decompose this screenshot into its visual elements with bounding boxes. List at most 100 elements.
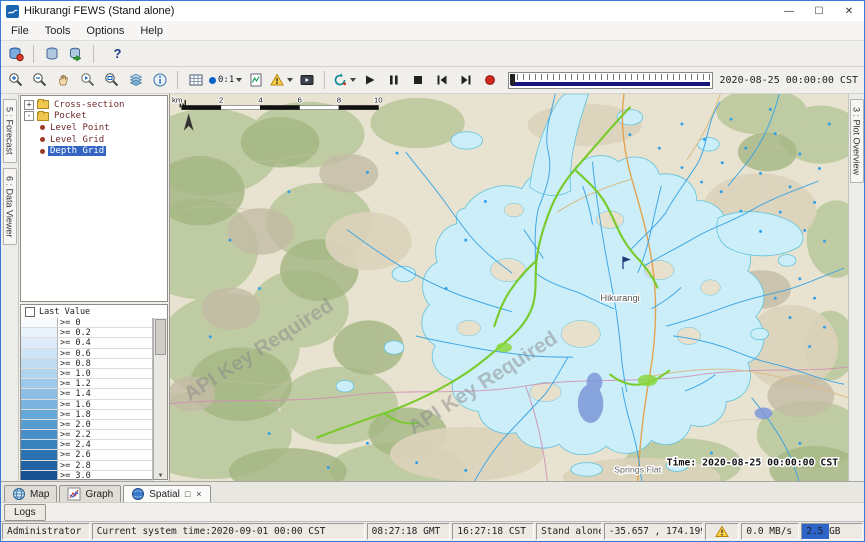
left-dock-tab-1[interactable]: 6 : Data Viewer bbox=[3, 168, 17, 245]
legend-label: >= 1.2 bbox=[58, 379, 153, 389]
menu-item-help[interactable]: Help bbox=[132, 23, 171, 39]
warnings-dropdown[interactable] bbox=[268, 69, 294, 92]
legend-row: >= 0.2 bbox=[21, 328, 153, 338]
legend-row: >= 1.0 bbox=[21, 369, 153, 379]
legend-color-swatch bbox=[21, 450, 58, 460]
legend-color-swatch bbox=[21, 440, 58, 450]
legend-color-swatch bbox=[21, 318, 58, 328]
status-download-rate: 0.0 MB/s bbox=[741, 523, 799, 540]
tab-graph[interactable]: Graph bbox=[59, 485, 121, 502]
legend-label: >= 2.6 bbox=[58, 450, 153, 460]
tree-item[interactable]: + Cross-section bbox=[21, 99, 167, 111]
spatial-globe-icon bbox=[131, 487, 145, 501]
legend-scrollbar[interactable]: ▲ ▼ bbox=[153, 318, 167, 479]
tree-item-label[interactable]: Level Grid bbox=[48, 135, 106, 145]
play-icon[interactable] bbox=[358, 69, 381, 92]
menu-item-tools[interactable]: Tools bbox=[37, 23, 79, 39]
maximize-button[interactable]: ☐ bbox=[804, 1, 834, 21]
tab-maximize-icon[interactable]: □ bbox=[184, 489, 191, 499]
status-warning[interactable] bbox=[705, 523, 739, 540]
warning-icon bbox=[715, 525, 729, 538]
scroll-thumb[interactable] bbox=[155, 319, 166, 355]
scroll-down-icon[interactable]: ▼ bbox=[159, 472, 163, 479]
legend-color-swatch bbox=[21, 379, 58, 389]
pause-icon[interactable] bbox=[382, 69, 405, 92]
tree-item[interactable]: Depth Grid bbox=[21, 145, 167, 157]
legend-row: >= 2.0 bbox=[21, 420, 153, 430]
tree-item-label[interactable]: Cross-section bbox=[52, 100, 126, 110]
legend-color-swatch bbox=[21, 349, 58, 359]
movie-export-icon[interactable] bbox=[295, 69, 318, 92]
folder-icon bbox=[37, 100, 49, 109]
folder-icon bbox=[37, 112, 49, 121]
legend-rows: >= 0>= 0.2>= 0.4>= 0.6>= 0.8>= 1.0>= 1.2… bbox=[21, 318, 153, 479]
logs-button[interactable]: Logs bbox=[4, 504, 46, 521]
help-icon[interactable]: ? bbox=[100, 42, 135, 65]
tab-close-icon[interactable]: × bbox=[195, 489, 202, 499]
marker-scale-label: 0:1 bbox=[218, 75, 234, 85]
marker-scale-dropdown[interactable]: 0:1 bbox=[208, 69, 243, 92]
left-dock-tab-0[interactable]: 5 : Forecast bbox=[3, 99, 17, 163]
chevron-down-icon bbox=[236, 78, 242, 82]
refresh-loop-dropdown[interactable] bbox=[331, 69, 357, 92]
import-database-icon[interactable] bbox=[64, 42, 87, 65]
legend-row: >= 1.4 bbox=[21, 389, 153, 399]
tree-item-label[interactable]: Level Point bbox=[48, 123, 112, 133]
bottom-tab-bar: Map Graph Spatial □ × bbox=[1, 481, 864, 502]
zoom-in-icon[interactable] bbox=[4, 69, 27, 92]
minimize-button[interactable]: — bbox=[774, 1, 804, 21]
menu-item-options[interactable]: Options bbox=[78, 23, 132, 39]
legend-label: >= 1.0 bbox=[58, 369, 153, 379]
legend-label: >= 0 bbox=[58, 318, 153, 328]
last-value-checkbox[interactable] bbox=[25, 307, 35, 317]
database-explorer-icon[interactable] bbox=[4, 42, 27, 65]
legend-label: >= 0.2 bbox=[58, 328, 153, 338]
zoom-out-icon[interactable] bbox=[28, 69, 51, 92]
pan-hand-icon[interactable] bbox=[52, 69, 75, 92]
legend-row: >= 0 bbox=[21, 318, 153, 328]
zoom-previous-icon[interactable] bbox=[76, 69, 99, 92]
legend-row: >= 2.6 bbox=[21, 450, 153, 460]
tab-graph-label: Graph bbox=[85, 489, 113, 500]
collapse-icon[interactable]: - bbox=[24, 111, 34, 121]
stop-icon[interactable] bbox=[406, 69, 429, 92]
right-dock-tab-0[interactable]: 3 : Plot Overview bbox=[850, 99, 864, 183]
grid-icon[interactable] bbox=[184, 69, 207, 92]
layers-icon[interactable] bbox=[124, 69, 147, 92]
legend-header-label: Last Value bbox=[39, 307, 90, 317]
map-toolbar: 0:1 2020-08-25 00:00:00 CST bbox=[1, 67, 864, 94]
step-forward-icon[interactable] bbox=[454, 69, 477, 92]
legend-color-swatch bbox=[21, 400, 58, 410]
expand-icon[interactable]: + bbox=[24, 100, 34, 110]
record-icon[interactable] bbox=[478, 69, 501, 92]
tree-item[interactable]: Level Point bbox=[21, 122, 167, 134]
toolbar-separator bbox=[324, 71, 325, 89]
menu-item-file[interactable]: File bbox=[3, 23, 37, 39]
tab-map[interactable]: Map bbox=[4, 485, 57, 502]
tab-spatial[interactable]: Spatial □ × bbox=[123, 485, 210, 502]
tree-item-label[interactable]: Depth Grid bbox=[48, 146, 106, 156]
database-icon[interactable] bbox=[40, 42, 63, 65]
close-button[interactable]: ✕ bbox=[834, 1, 864, 21]
left-panel: + Cross-section - Pocket Level Point Level Gr… bbox=[19, 94, 170, 481]
timeline-slider[interactable] bbox=[508, 72, 712, 89]
timeline-ticks bbox=[511, 74, 709, 80]
zoom-extent-icon[interactable] bbox=[100, 69, 123, 92]
timeline-thumb[interactable] bbox=[510, 74, 515, 85]
info-icon[interactable] bbox=[148, 69, 171, 92]
tree-item-label[interactable]: Pocket bbox=[52, 111, 89, 121]
legend-row: >= 1.2 bbox=[21, 379, 153, 389]
tree-item[interactable]: Level Grid bbox=[21, 134, 167, 146]
legend-row: >= 3.0 bbox=[21, 471, 153, 481]
step-backward-icon[interactable] bbox=[430, 69, 453, 92]
toolbar-separator bbox=[33, 45, 34, 63]
legend-label: >= 0.8 bbox=[58, 359, 153, 369]
scale-tick-label: 6 bbox=[298, 96, 302, 105]
legend-color-swatch bbox=[21, 430, 58, 440]
profile-icon[interactable] bbox=[244, 69, 267, 92]
tree-item[interactable]: - Pocket bbox=[21, 111, 167, 123]
map-canvas[interactable]: API Key Required API Key Required N Hiku… bbox=[170, 94, 848, 481]
legend-label: >= 0.4 bbox=[58, 338, 153, 348]
legend-row: >= 2.4 bbox=[21, 440, 153, 450]
scale-tick-label: 10 bbox=[374, 96, 383, 105]
